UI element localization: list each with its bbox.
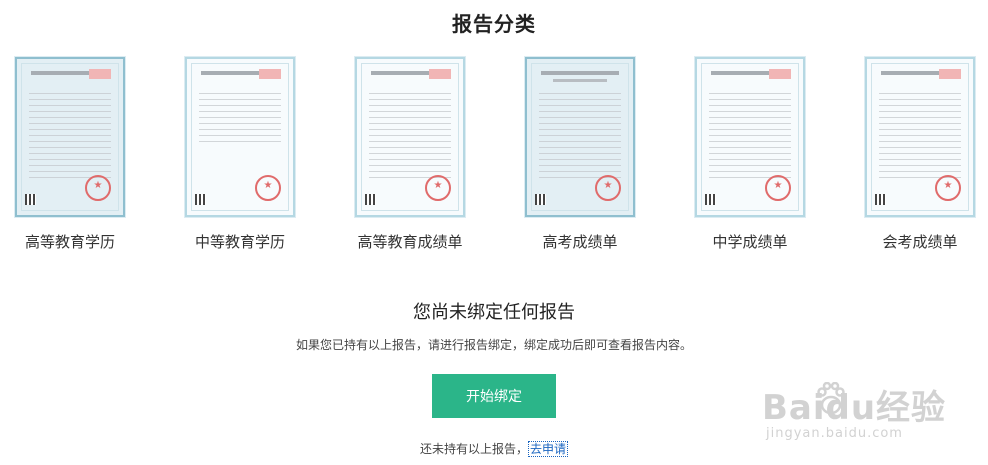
category-card-gaokao-transcript[interactable]: 高考成绩单 [523,57,637,252]
watermark-url: jingyan.baidu.com [766,426,903,441]
certificate-thumbnail [185,57,295,217]
category-label: 中等教育学历 [194,233,285,251]
watermark-main: Baidu经验 [762,388,947,428]
category-label: 高等教育学历 [24,233,115,251]
no-report-description: 如果您已持有以上报告，请进行报告绑定，绑定成功后即可查看报告内容。 [295,338,692,352]
no-report-title: 您尚未绑定任何报告 [413,302,575,323]
apply-link[interactable]: 去申请 [528,441,569,457]
category-card-higher-education[interactable]: 高等教育学历 [13,57,127,252]
category-label: 高等教育成绩单 [357,233,463,251]
apply-prompt-text: 还未持有以上报告， [419,442,528,456]
baidu-jingyan-watermark: Baidu经验 jingyan.baidu.com [754,370,979,460]
certificate-thumbnail [865,57,975,217]
category-card-higher-education-transcript[interactable]: 高等教育成绩单 [353,57,467,252]
certificate-thumbnail [525,57,635,217]
report-categories: 高等教育学历 中等教育学历 高等教育成绩单 高考成绩单 中学成绩单 [0,57,988,257]
category-label: 高考成绩单 [542,233,618,251]
category-card-secondary-education[interactable]: 中等教育学历 [183,57,297,252]
category-label: 会考成绩单 [882,233,958,251]
category-card-middle-school-transcript[interactable]: 中学成绩单 [693,57,807,252]
certificate-thumbnail [695,57,805,217]
certificate-thumbnail [15,57,125,217]
category-label: 中学成绩单 [712,233,788,251]
category-card-huikao-transcript[interactable]: 会考成绩单 [863,57,977,252]
section-title: 报告分类 [452,12,536,36]
start-binding-button[interactable]: 开始绑定 [432,374,556,418]
certificate-thumbnail [355,57,465,217]
